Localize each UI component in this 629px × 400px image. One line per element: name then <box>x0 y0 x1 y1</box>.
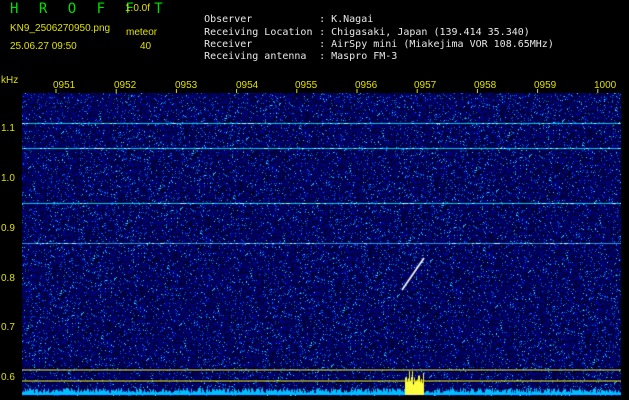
x-tick-label: 0954 <box>236 80 259 91</box>
y-tick-label: 1.1 <box>1 123 15 134</box>
x-tick-label: 1000 <box>594 80 617 91</box>
y-tick-label: 0.6 <box>1 372 15 383</box>
y-tick-label: 1.0 <box>1 173 15 184</box>
x-tick-label: 0952 <box>114 80 137 91</box>
info-sep: : <box>319 51 326 62</box>
y-tick-label: 0.7 <box>1 322 15 333</box>
y-tick-label: 0.9 <box>1 223 15 234</box>
version-label: 1.0.0f <box>125 3 151 14</box>
x-tick-label: 0951 <box>53 80 76 91</box>
x-tick-label: 0957 <box>414 80 437 91</box>
meteor-count: 40 <box>140 41 152 52</box>
x-tick-label: 0959 <box>534 80 557 91</box>
x-tick-label: 0953 <box>175 80 198 91</box>
info-antenna: Receiving antenna: Maspro FM-3 <box>180 40 397 73</box>
meteor-label: meteor <box>126 27 158 38</box>
y-axis: 1.1 1.0 0.9 0.8 0.7 0.6 <box>0 0 22 400</box>
y-tick-label: 0.8 <box>1 273 15 284</box>
info-key: Receiving antenna <box>204 51 307 62</box>
spectrogram-canvas <box>22 93 621 396</box>
filename-label: KN9_2506270950.png <box>10 23 111 34</box>
x-tick-label: 0958 <box>474 80 497 91</box>
x-tick-label: 0956 <box>355 80 378 91</box>
info-value: Maspro FM-3 <box>331 51 398 62</box>
hrofft-window: H R O F F T 1.0.0f KN9_2506270950.png me… <box>0 0 629 400</box>
x-tick-label: 0955 <box>295 80 318 91</box>
